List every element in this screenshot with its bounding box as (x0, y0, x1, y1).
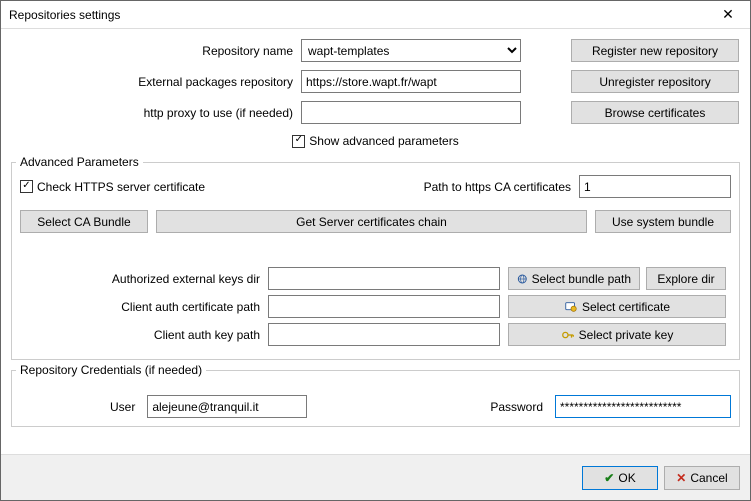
select-certificate-button[interactable]: Select certificate (508, 295, 726, 318)
select-private-key-button[interactable]: Select private key (508, 323, 726, 346)
user-label: User (110, 400, 135, 414)
client-key-label: Client auth key path (20, 328, 268, 342)
external-repo-input[interactable] (301, 70, 521, 93)
check-https-checkbox[interactable] (20, 180, 33, 193)
check-https-label: Check HTTPS server certificate (37, 180, 205, 194)
cancel-button[interactable]: ✕ Cancel (664, 466, 740, 490)
browse-certificates-button[interactable]: Browse certificates (571, 101, 739, 124)
repository-name-select[interactable]: wapt-templates (301, 39, 521, 62)
row-external-repo: External packages repository Unregister … (11, 70, 740, 93)
password-label: Password (490, 400, 543, 414)
repository-credentials-group: Repository Credentials (if needed) User … (11, 370, 740, 427)
repository-credentials-title: Repository Credentials (if needed) (16, 363, 206, 377)
select-bundle-path-button[interactable]: Select bundle path (508, 267, 640, 290)
x-icon: ✕ (676, 471, 686, 485)
external-keys-dir-label: Authorized external keys dir (20, 272, 268, 286)
globe-icon (517, 272, 528, 286)
ca-path-input[interactable] (579, 175, 731, 198)
titlebar: Repositories settings ✕ (1, 1, 750, 29)
row-client-cert: Client auth certificate path Select cert… (20, 295, 731, 318)
client-cert-label: Client auth certificate path (20, 300, 268, 314)
show-advanced-row: Show advanced parameters (11, 134, 740, 148)
explore-dir-button[interactable]: Explore dir (646, 267, 726, 290)
ca-path-label: Path to https CA certificates (424, 180, 571, 194)
advanced-parameters-title: Advanced Parameters (16, 155, 143, 169)
unregister-repository-button[interactable]: Unregister repository (571, 70, 739, 93)
close-button[interactable]: ✕ (706, 1, 750, 29)
external-repo-label: External packages repository (11, 75, 301, 89)
client-cert-input[interactable] (268, 295, 500, 318)
use-system-bundle-button[interactable]: Use system bundle (595, 210, 731, 233)
ok-button[interactable]: ✔ OK (582, 466, 658, 490)
repository-name-label: Repository name (11, 44, 301, 58)
proxy-label: http proxy to use (if needed) (11, 106, 301, 120)
content-area: Repository name wapt-templates Register … (1, 29, 750, 454)
select-ca-bundle-button[interactable]: Select CA Bundle (20, 210, 148, 233)
key-icon (561, 328, 575, 342)
password-input[interactable] (555, 395, 731, 418)
row-repository-name: Repository name wapt-templates Register … (11, 39, 740, 62)
certificate-icon (564, 300, 578, 314)
window-title: Repositories settings (9, 8, 706, 22)
advanced-parameters-group: Advanced Parameters Check HTTPS server c… (11, 162, 740, 360)
external-keys-dir-input[interactable] (268, 267, 500, 290)
row-proxy: http proxy to use (if needed) Browse cer… (11, 101, 740, 124)
row-client-key: Client auth key path Select private key (20, 323, 731, 346)
adv-buttons-row: Select CA Bundle Get Server certificates… (20, 210, 731, 233)
user-input[interactable] (147, 395, 307, 418)
row-external-keys-dir: Authorized external keys dir Select bund… (20, 267, 731, 290)
show-advanced-label: Show advanced parameters (309, 134, 458, 148)
check-icon: ✔ (604, 471, 614, 485)
adv-top-row: Check HTTPS server certificate Path to h… (20, 175, 731, 198)
credentials-row: User Password (20, 395, 731, 418)
show-advanced-checkbox[interactable] (292, 135, 305, 148)
dialog-footer: ✔ OK ✕ Cancel (1, 454, 750, 500)
client-key-input[interactable] (268, 323, 500, 346)
register-new-repository-button[interactable]: Register new repository (571, 39, 739, 62)
proxy-input[interactable] (301, 101, 521, 124)
get-server-certificates-chain-button[interactable]: Get Server certificates chain (156, 210, 587, 233)
